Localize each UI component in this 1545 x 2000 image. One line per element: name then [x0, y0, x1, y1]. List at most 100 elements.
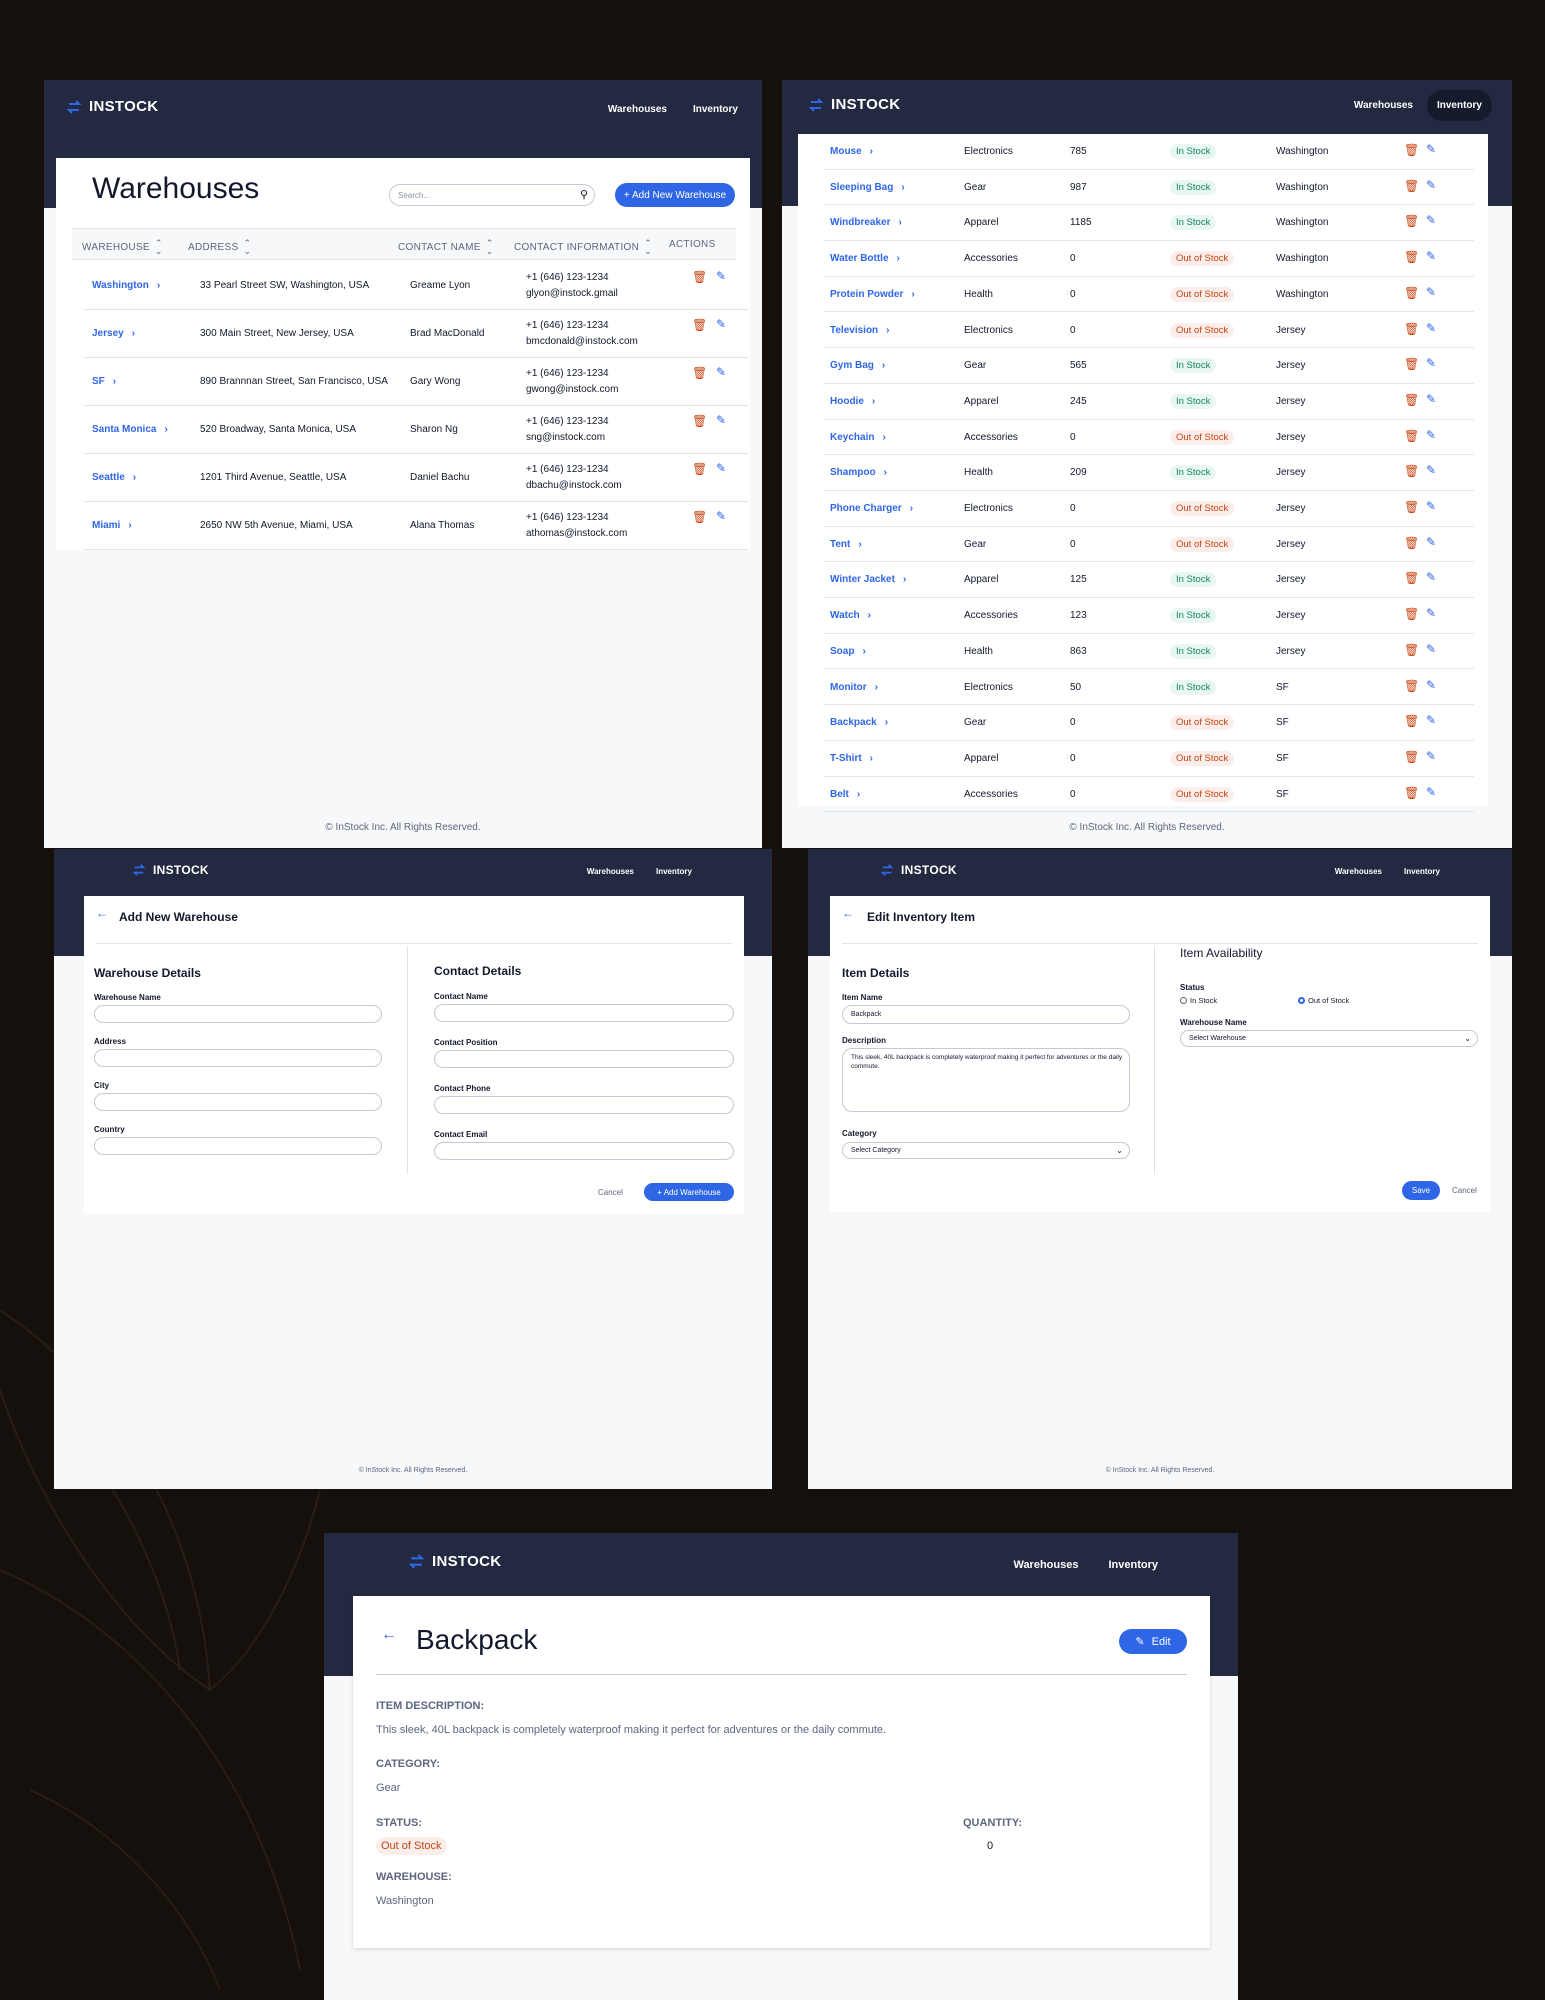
trash-icon[interactable]: 🗑 — [1404, 571, 1419, 585]
logo[interactable]: INSTOCK — [408, 1553, 501, 1570]
pencil-icon[interactable]: ✎ — [1426, 356, 1436, 370]
edit-button[interactable]: ✎ Edit — [1119, 1629, 1187, 1654]
item-link[interactable]: Monitor › — [830, 682, 878, 693]
trash-icon[interactable]: 🗑 — [1404, 500, 1419, 514]
search-icon[interactable]: ⚲ — [580, 188, 588, 201]
pencil-icon[interactable]: ✎ — [1426, 392, 1436, 406]
pencil-icon[interactable]: ✎ — [1426, 499, 1436, 513]
trash-icon[interactable]: 🗑 — [1404, 286, 1419, 300]
pencil-icon[interactable]: ✎ — [1426, 642, 1436, 656]
nav-warehouses[interactable]: Warehouses — [577, 861, 644, 882]
trash-icon[interactable]: 🗑 — [1404, 143, 1419, 157]
pencil-icon[interactable]: ✎ — [716, 461, 726, 475]
pencil-icon[interactable]: ✎ — [1426, 428, 1436, 442]
trash-icon[interactable]: 🗑 — [1404, 429, 1419, 443]
col-address[interactable]: ADDRESS ⌃ ⌄ — [188, 239, 251, 256]
sort-icon[interactable]: ⌃ ⌄ — [155, 239, 163, 256]
back-arrow-icon[interactable]: ← — [842, 906, 854, 920]
back-arrow-icon[interactable]: ← — [381, 1626, 397, 1644]
item-link[interactable]: Water Bottle › — [830, 253, 900, 264]
item-link[interactable]: Sleeping Bag › — [830, 182, 905, 193]
nav-inventory[interactable]: Inventory — [1394, 861, 1450, 882]
trash-icon[interactable]: 🗑 — [1404, 393, 1419, 407]
category-select[interactable]: Select Category ⌄ — [842, 1142, 1130, 1159]
item-link[interactable]: Television › — [830, 325, 890, 336]
trash-icon[interactable]: 🗑 — [1404, 214, 1419, 228]
warehouse-field-input[interactable] — [94, 1093, 382, 1111]
nav-inventory[interactable]: Inventory — [646, 861, 702, 882]
warehouse-field-input[interactable] — [94, 1049, 382, 1067]
warehouse-link[interactable]: SF › — [92, 376, 116, 387]
pencil-icon[interactable]: ✎ — [716, 413, 726, 427]
cancel-link[interactable]: Cancel — [598, 1188, 623, 1197]
trash-icon[interactable]: 🗑 — [1404, 464, 1419, 478]
item-link[interactable]: Belt › — [830, 789, 860, 800]
logo[interactable]: INSTOCK — [66, 98, 158, 115]
save-button[interactable]: Save — [1402, 1181, 1440, 1200]
trash-icon[interactable]: 🗑 — [1404, 179, 1419, 193]
warehouse-link[interactable]: Santa Monica › — [92, 424, 168, 435]
item-link[interactable]: Shampoo › — [830, 467, 887, 478]
col-warehouse[interactable]: WAREHOUSE ⌃ ⌄ — [82, 239, 163, 256]
contact-field-input[interactable] — [434, 1142, 734, 1160]
pencil-icon[interactable]: ✎ — [1426, 749, 1436, 763]
nav-inventory[interactable]: Inventory — [683, 98, 748, 121]
pencil-icon[interactable]: ✎ — [1426, 321, 1436, 335]
pencil-icon[interactable]: ✎ — [1426, 535, 1436, 549]
nav-warehouses[interactable]: Warehouses — [598, 98, 677, 121]
warehouse-select[interactable]: Select Warehouse ⌄ — [1180, 1030, 1478, 1047]
warehouse-field-input[interactable] — [94, 1005, 382, 1023]
nav-inventory[interactable]: Inventory — [1098, 1553, 1168, 1577]
add-warehouse-submit-button[interactable]: + Add Warehouse — [644, 1183, 734, 1201]
item-link[interactable]: Phone Charger › — [830, 503, 913, 514]
trash-icon[interactable]: 🗑 — [1404, 786, 1419, 800]
trash-icon[interactable]: 🗑 — [1404, 750, 1419, 764]
pencil-icon[interactable]: ✎ — [1426, 678, 1436, 692]
pencil-icon[interactable]: ✎ — [1426, 178, 1436, 192]
logo[interactable]: INSTOCK — [808, 96, 900, 113]
search-input[interactable]: Search... ⚲ — [389, 184, 595, 206]
item-name-input[interactable]: Backpack — [842, 1005, 1130, 1024]
contact-field-input[interactable] — [434, 1004, 734, 1022]
nav-warehouses[interactable]: Warehouses — [1344, 94, 1423, 117]
col-contact-name[interactable]: CONTACT NAME ⌃ ⌄ — [398, 239, 494, 256]
trash-icon[interactable]: 🗑 — [1404, 322, 1419, 336]
trash-icon[interactable]: 🗑 — [692, 270, 707, 284]
logo[interactable]: INSTOCK — [132, 863, 209, 877]
item-link[interactable]: T-Shirt › — [830, 753, 873, 764]
sort-icon[interactable]: ⌃ ⌄ — [486, 239, 494, 256]
item-link[interactable]: Keychain › — [830, 432, 886, 443]
pencil-icon[interactable]: ✎ — [716, 269, 726, 283]
pencil-icon[interactable]: ✎ — [1426, 249, 1436, 263]
trash-icon[interactable]: 🗑 — [1404, 643, 1419, 657]
col-contact-info[interactable]: CONTACT INFORMATION ⌃ ⌄ — [514, 239, 652, 256]
trash-icon[interactable]: 🗑 — [692, 510, 707, 524]
status-out-of-stock-radio[interactable]: Out of Stock — [1298, 996, 1349, 1005]
contact-field-input[interactable] — [434, 1096, 734, 1114]
item-link[interactable]: Backpack › — [830, 717, 888, 728]
contact-field-input[interactable] — [434, 1050, 734, 1068]
pencil-icon[interactable]: ✎ — [1426, 463, 1436, 477]
trash-icon[interactable]: 🗑 — [1404, 250, 1419, 264]
description-textarea[interactable]: This sleek, 40L backpack is completely w… — [842, 1048, 1130, 1112]
cancel-link[interactable]: Cancel — [1452, 1186, 1477, 1195]
trash-icon[interactable]: 🗑 — [1404, 357, 1419, 371]
pencil-icon[interactable]: ✎ — [716, 365, 726, 379]
pencil-icon[interactable]: ✎ — [716, 509, 726, 523]
pencil-icon[interactable]: ✎ — [1426, 785, 1436, 799]
item-link[interactable]: Windbreaker › — [830, 217, 902, 228]
item-link[interactable]: Hoodie › — [830, 396, 875, 407]
pencil-icon[interactable]: ✎ — [1426, 213, 1436, 227]
item-link[interactable]: Gym Bag › — [830, 360, 885, 371]
trash-icon[interactable]: 🗑 — [1404, 607, 1419, 621]
add-warehouse-button[interactable]: + Add New Warehouse — [615, 183, 735, 207]
trash-icon[interactable]: 🗑 — [692, 414, 707, 428]
pencil-icon[interactable]: ✎ — [716, 317, 726, 331]
trash-icon[interactable]: 🗑 — [692, 366, 707, 380]
pencil-icon[interactable]: ✎ — [1426, 285, 1436, 299]
trash-icon[interactable]: 🗑 — [692, 318, 707, 332]
pencil-icon[interactable]: ✎ — [1426, 570, 1436, 584]
item-link[interactable]: Watch › — [830, 610, 871, 621]
item-link[interactable]: Mouse › — [830, 146, 873, 157]
warehouse-link[interactable]: Miami › — [92, 520, 132, 531]
